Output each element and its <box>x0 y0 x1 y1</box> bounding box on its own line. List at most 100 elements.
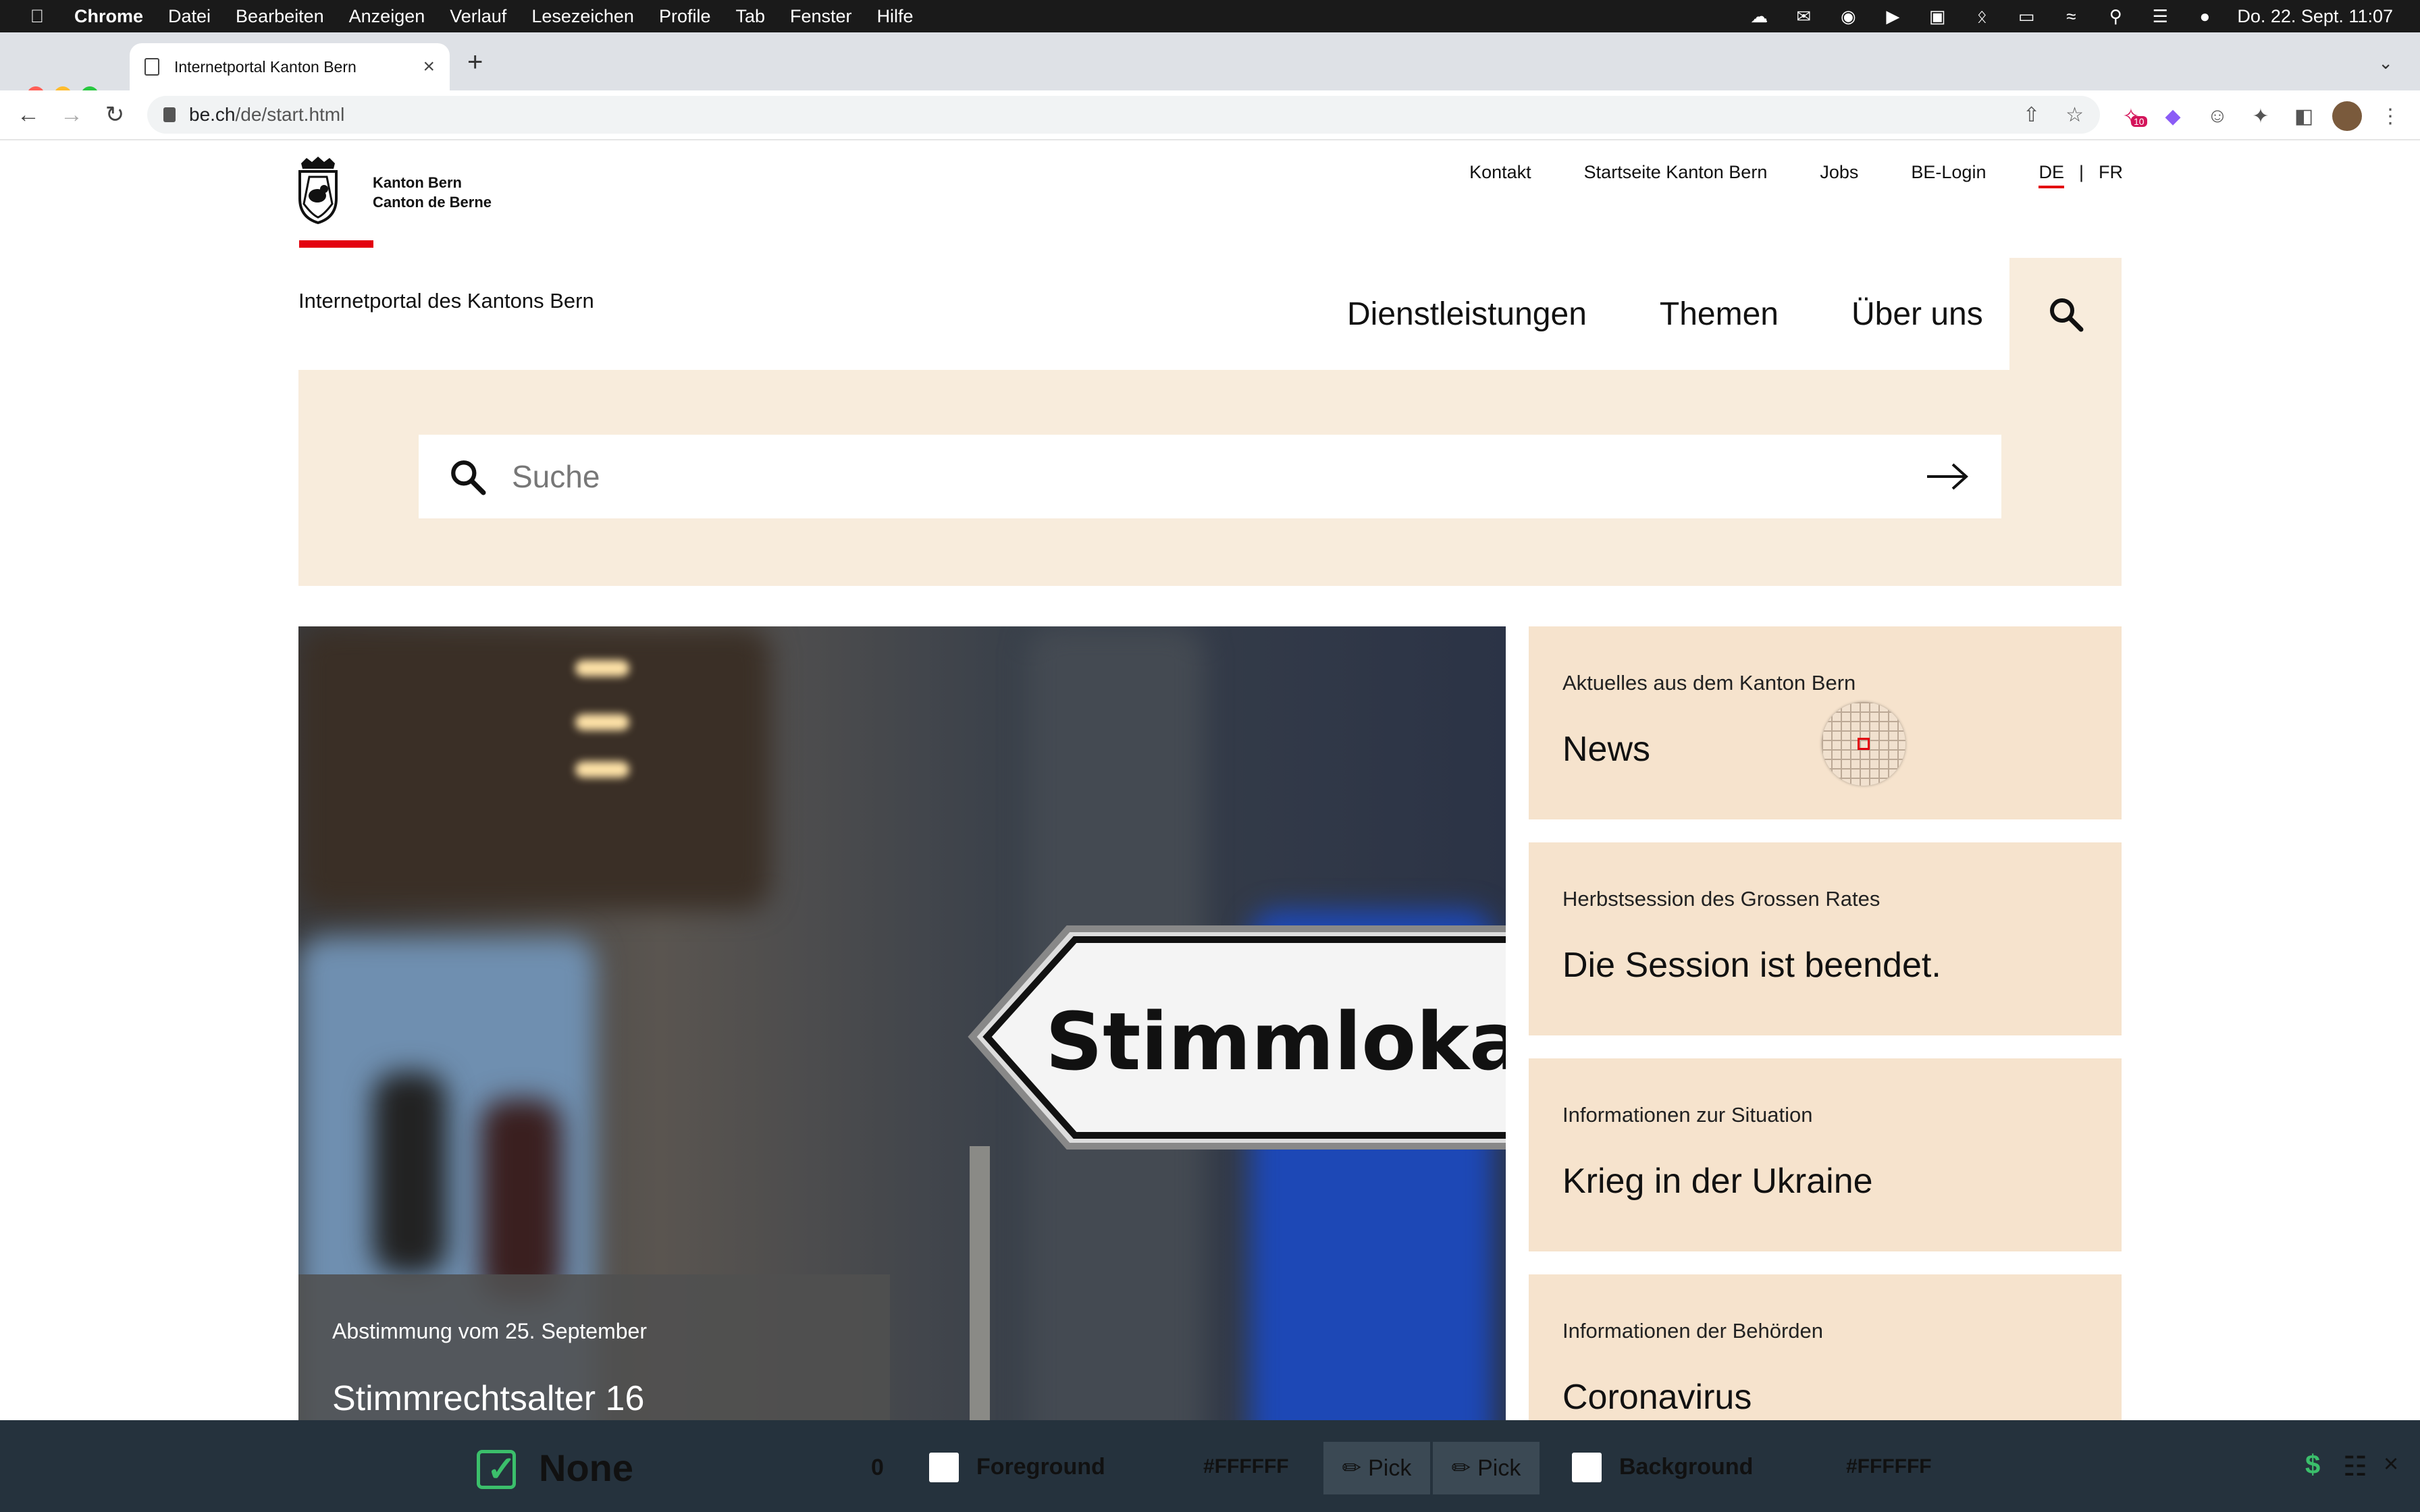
play-icon[interactable]: ▶ <box>1880 6 1905 26</box>
address-bar[interactable]: be.ch/de/start.html ⇧ ☆ <box>147 96 2100 134</box>
extension-badge-icon[interactable]: 10 ✧ <box>2116 101 2147 131</box>
extension-mask-icon[interactable]: ☺ <box>2203 101 2232 131</box>
card-news[interactable]: Aktuelles aus dem Kanton Bern News <box>1529 626 2122 819</box>
forward-icon[interactable]: → <box>53 96 90 134</box>
menu-item-datei[interactable]: Datei <box>168 6 211 27</box>
lang-separator: | <box>2078 162 2084 182</box>
language-switcher: DE | FR <box>2038 162 2123 188</box>
menu-item-profile[interactable]: Profile <box>659 6 711 27</box>
magnifier-crosshair <box>1858 738 1870 750</box>
side-panel-icon[interactable]: ◧ <box>2289 101 2319 131</box>
close-icon[interactable]: × <box>2384 1450 2398 1479</box>
lang-fr[interactable]: FR <box>2099 162 2123 183</box>
siri-icon[interactable]: ● <box>2192 6 2217 26</box>
logo-wordmark[interactable]: Kanton Bern Canton de Berne <box>373 173 492 212</box>
logo-line-2: Canton de Berne <box>373 194 492 211</box>
card-kicker: Herbstsession des Grossen Rates <box>1562 887 1880 911</box>
checkbox-check-icon: ✓ <box>477 1450 517 1489</box>
meta-navigation: Kontakt Startseite Kanton Bern Jobs BE-L… <box>1469 162 2123 188</box>
hero-light-1 <box>575 660 629 676</box>
apple-menu-icon[interactable]:  <box>27 6 47 27</box>
foreground-swatch[interactable] <box>929 1453 959 1482</box>
lock-icon[interactable] <box>163 107 176 122</box>
pick-foreground-button[interactable]: ✏ Pick <box>1323 1442 1430 1494</box>
logo-line-1: Kanton Bern <box>373 174 462 191</box>
bern-coat-of-arms-icon[interactable] <box>297 157 339 224</box>
menu-app-name[interactable]: Chrome <box>74 6 143 27</box>
foreground-label: Foreground <box>976 1454 1105 1480</box>
card-ukraine[interactable]: Informationen zur Situation Krieg in der… <box>1529 1058 2122 1251</box>
hero-person-1 <box>373 1072 447 1274</box>
extension-color-icon[interactable]: ◆ <box>2158 101 2188 131</box>
menu-item-hilfe[interactable]: Hilfe <box>877 6 914 27</box>
control-center-icon[interactable]: ☰ <box>2148 6 2172 26</box>
menu-item-lesezeichen[interactable]: Lesezeichen <box>531 6 634 27</box>
record-icon[interactable]: ◉ <box>1836 6 1860 26</box>
foreground-hex[interactable]: #FFFFFF <box>1203 1455 1289 1478</box>
share-icon[interactable]: ⇧ <box>2023 103 2040 127</box>
topnav-be-login[interactable]: BE-Login <box>1911 162 1986 188</box>
menubar-clock[interactable]: Do. 22. Sept. 11:07 <box>2237 6 2393 27</box>
bluetooth-icon[interactable]: ᛟ <box>1970 6 1994 26</box>
topnav-jobs[interactable]: Jobs <box>1820 162 1858 188</box>
card-kicker: Informationen zur Situation <box>1562 1103 1813 1127</box>
window-icon[interactable]: ▣ <box>1925 6 1949 26</box>
card-kicker: Informationen der Behörden <box>1562 1319 1824 1343</box>
mainnav-themen[interactable]: Themen <box>1660 296 1779 333</box>
card-title: Coronavirus <box>1562 1378 1752 1417</box>
browser-toolbar: ← → ↻ be.ch/de/start.html ⇧ ☆ 10 ✧ ◆ ☺ ✦ … <box>0 90 2420 140</box>
macos-menubar:  Chrome Datei Bearbeiten Anzeigen Verla… <box>0 0 2420 32</box>
reload-icon[interactable]: ↻ <box>96 96 134 134</box>
mainnav-dienstleistungen[interactable]: Dienstleistungen <box>1347 296 1587 333</box>
search-input[interactable] <box>510 458 1926 495</box>
browser-tab[interactable]: Internetportal Kanton Bern × <box>130 43 450 90</box>
menu-item-anzeigen[interactable]: Anzeigen <box>349 6 425 27</box>
search-icon <box>2050 298 2084 332</box>
browser-menu-icon[interactable]: ⋮ <box>2375 101 2405 131</box>
bookmark-star-icon[interactable]: ☆ <box>2066 103 2084 127</box>
background-label: Background <box>1619 1454 1754 1480</box>
background-hex[interactable]: #FFFFFF <box>1846 1455 1932 1478</box>
profile-avatar[interactable] <box>2332 101 2362 131</box>
mail-icon[interactable]: ✉ <box>1791 6 1816 26</box>
pick-label: Pick <box>1477 1455 1521 1481</box>
color-picker-magnifier[interactable] <box>1822 702 1905 786</box>
dollar-icon[interactable]: $ <box>2305 1450 2320 1480</box>
card-title: Krieg in der Ukraine <box>1562 1162 1873 1201</box>
spotlight-icon[interactable]: ⚲ <box>2103 6 2128 26</box>
settings-sliders-icon[interactable]: ☷ <box>2343 1451 2367 1482</box>
card-session[interactable]: Herbstsession des Grossen Rates Die Sess… <box>1529 842 2122 1035</box>
wifi-icon[interactable]: ≈ <box>2059 6 2083 26</box>
search-field[interactable] <box>419 435 2001 518</box>
menu-item-bearbeiten[interactable]: Bearbeiten <box>236 6 324 27</box>
mainnav-ueber-uns[interactable]: Über uns <box>1851 296 1983 333</box>
background-swatch[interactable] <box>1572 1453 1602 1482</box>
topnav-kontakt[interactable]: Kontakt <box>1469 162 1531 188</box>
search-toggle-button[interactable] <box>2009 258 2122 370</box>
menu-item-tab[interactable]: Tab <box>735 6 765 27</box>
hero-light-3 <box>575 761 629 778</box>
menu-item-verlauf[interactable]: Verlauf <box>450 6 506 27</box>
hero-light-2 <box>575 714 629 730</box>
tab-close-icon[interactable]: × <box>423 55 435 78</box>
tab-title: Internetportal Kanton Bern <box>174 57 357 76</box>
search-submit-arrow-icon[interactable] <box>1926 462 1969 491</box>
lang-de[interactable]: DE <box>2038 162 2064 188</box>
battery-icon[interactable]: ▭ <box>2014 6 2038 26</box>
url-path: /de/start.html <box>235 104 345 125</box>
extensions-puzzle-icon[interactable]: ✦ <box>2246 101 2276 131</box>
pick-label: Pick <box>1368 1455 1412 1481</box>
portal-title[interactable]: Internetportal des Kantons Bern <box>298 289 594 313</box>
back-icon[interactable]: ← <box>9 96 47 134</box>
card-kicker: Aktuelles aus dem Kanton Bern <box>1562 671 1856 695</box>
pick-background-button[interactable]: ✏ Pick <box>1433 1442 1540 1494</box>
logo-accent-bar <box>299 240 373 248</box>
topnav-startseite[interactable]: Startseite Kanton Bern <box>1584 162 1768 188</box>
tab-search-chevron-icon[interactable]: ⌄ <box>2378 53 2393 74</box>
eyedropper-icon: ✏ <box>1342 1455 1362 1481</box>
new-tab-icon[interactable]: + <box>467 47 483 78</box>
search-field-icon <box>451 460 486 495</box>
cloud-icon[interactable]: ☁ <box>1747 6 1771 26</box>
menu-item-fenster[interactable]: Fenster <box>790 6 852 27</box>
card-title: Die Session ist beendet. <box>1562 946 1941 985</box>
